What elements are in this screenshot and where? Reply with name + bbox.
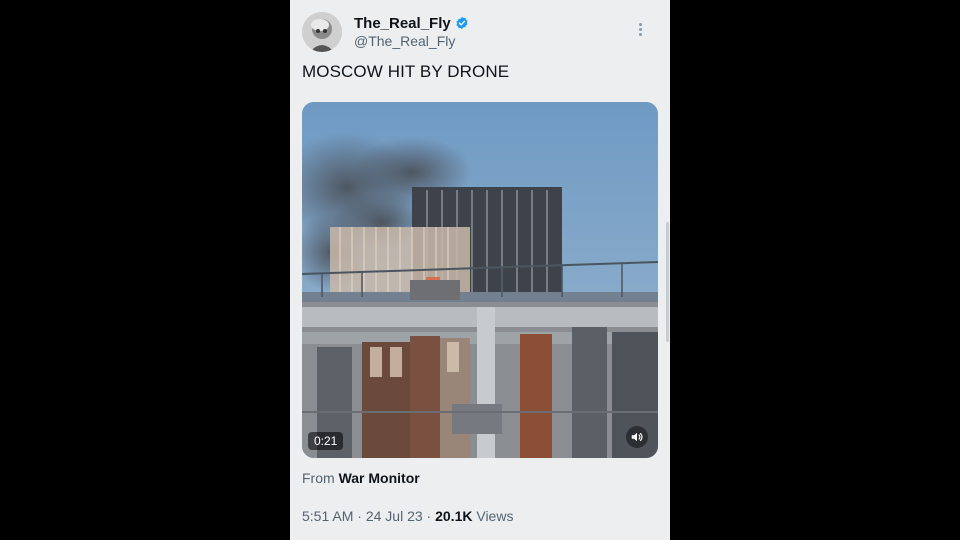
author-names: The_Real_Fly @The_Real_Fly	[354, 13, 469, 49]
avatar[interactable]	[302, 12, 342, 52]
author-handle[interactable]: @The_Real_Fly	[354, 33, 469, 49]
tweet-time[interactable]: 5:51 AM	[302, 508, 353, 524]
source-prefix: From	[302, 470, 335, 486]
video-thumbnail	[302, 102, 658, 458]
meta-separator: ·	[357, 508, 362, 524]
tweet-metadata: 5:51 AM · 24 Jul 23 · 20.1K Views	[302, 508, 513, 524]
verified-badge-icon	[456, 16, 468, 30]
tweet-header: The_Real_Fly @The_Real_Fly	[302, 12, 658, 52]
video-source: From War Monitor	[302, 470, 420, 486]
source-name-link[interactable]: War Monitor	[339, 470, 420, 486]
tweet-card: The_Real_Fly @The_Real_Fly MOSCOW HIT BY…	[290, 0, 670, 540]
avatar-image	[302, 12, 342, 52]
meta-separator: ·	[426, 508, 432, 524]
views-count: 20.1K	[435, 508, 473, 524]
tweet-date[interactable]: 24 Jul 23	[366, 508, 423, 524]
speaker-icon[interactable]	[626, 426, 648, 448]
display-name[interactable]: The_Real_Fly	[354, 15, 451, 32]
scrollbar[interactable]	[666, 222, 669, 342]
tweet-text: MOSCOW HIT BY DRONE	[302, 62, 510, 81]
video-frame: The_Real_Fly @The_Real_Fly MOSCOW HIT BY…	[0, 0, 960, 540]
views-label: Views	[476, 508, 514, 524]
more-options-icon[interactable]	[632, 18, 648, 40]
video-duration: 0:21	[308, 432, 344, 450]
video-player[interactable]: 0:21	[302, 102, 658, 458]
